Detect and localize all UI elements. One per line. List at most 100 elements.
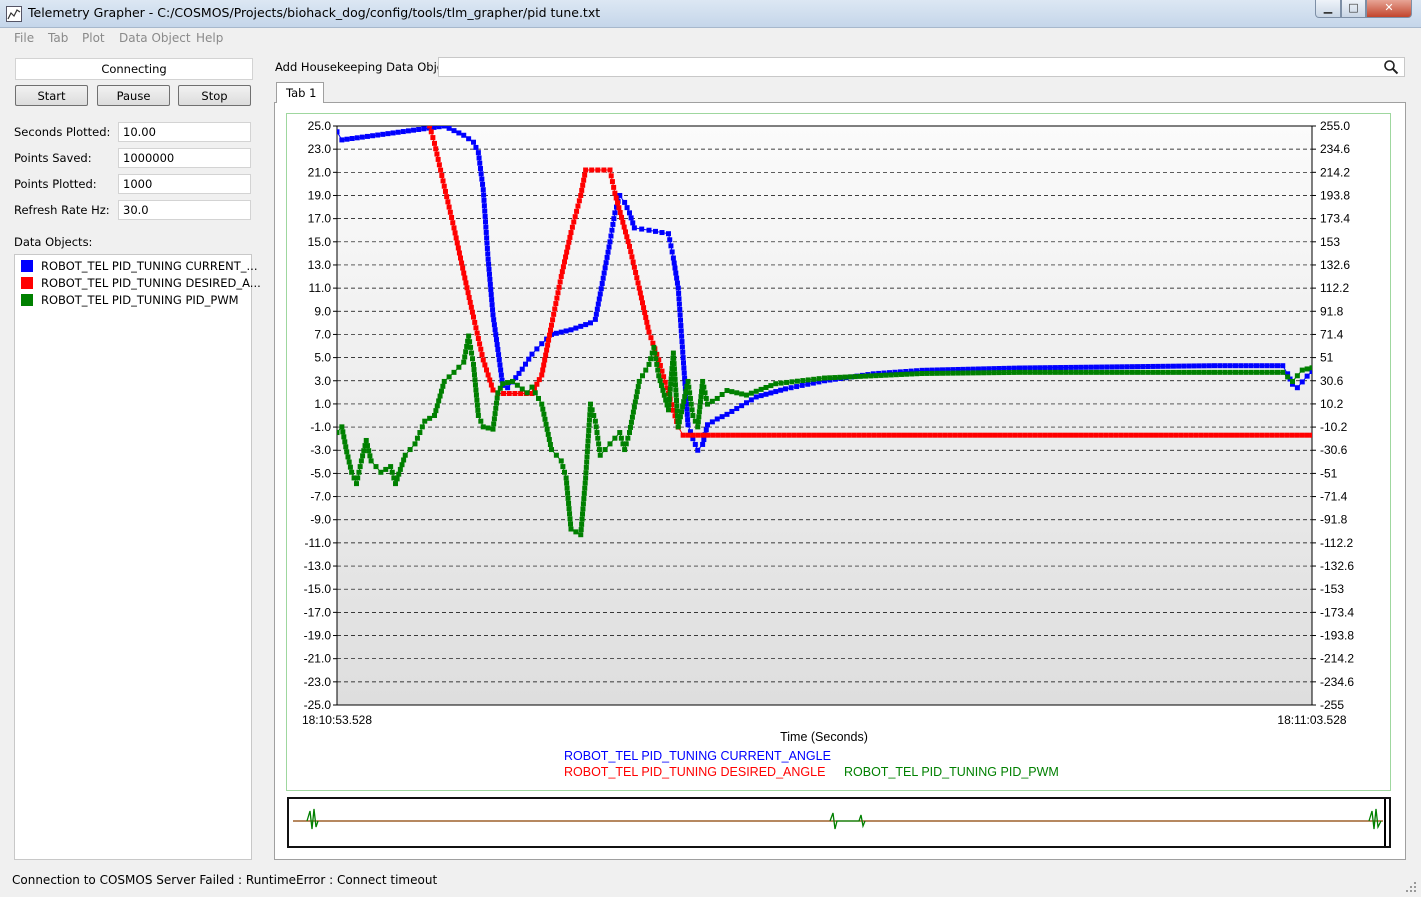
data-point <box>681 370 687 376</box>
data-point <box>957 432 963 438</box>
data-point <box>436 398 442 404</box>
data-point <box>1160 363 1166 369</box>
data-point <box>585 438 591 444</box>
plot-area[interactable]: 25.0 23.0 21.0 19.0 17.0 15.0 13.0 11.0 9.0 7.0 5.… <box>286 113 1391 791</box>
telemetry-line-chart[interactable]: 25.0 23.0 21.0 19.0 17.0 15.0 13.0 11.0 9.0 7.0 5.… <box>287 114 1390 790</box>
data-point <box>992 432 998 438</box>
data-point <box>589 407 595 413</box>
list-item[interactable]: ROBOT_TEL PID_TUNING PID_PWM <box>21 293 239 309</box>
data-point <box>631 225 637 231</box>
data-point <box>909 371 915 377</box>
data-point <box>364 443 370 449</box>
overview-trace <box>306 808 319 830</box>
data-point <box>705 422 710 428</box>
data-point <box>1196 369 1202 375</box>
data-point <box>479 176 485 182</box>
points-saved-label: Points Saved: <box>14 151 92 165</box>
data-point <box>342 439 348 445</box>
stop-button[interactable]: Stop <box>178 85 251 106</box>
data-point <box>1289 432 1295 438</box>
y-left-tick-label: -17.0 <box>304 605 332 619</box>
overview-strip[interactable] <box>287 797 1391 848</box>
points-saved-input[interactable]: 1000000 <box>118 148 251 168</box>
tab-1[interactable]: Tab 1 <box>276 82 324 103</box>
data-point <box>651 344 657 350</box>
points-plotted-label: Points Plotted: <box>14 177 97 191</box>
menu-file[interactable]: File <box>14 31 34 45</box>
data-point <box>363 437 369 443</box>
minimize-button[interactable]: ▁ <box>1315 0 1341 18</box>
data-point <box>692 441 698 447</box>
data-point <box>977 432 983 438</box>
data-point <box>510 378 515 384</box>
data-objects-list[interactable]: ROBOT_TEL PID_TUNING CURRENT_... ROBOT_T… <box>14 254 261 860</box>
data-point <box>919 370 925 376</box>
data-point <box>1254 369 1259 375</box>
search-icon[interactable] <box>1383 59 1399 75</box>
data-point <box>669 249 675 255</box>
data-point <box>1088 432 1094 438</box>
data-point <box>495 346 501 352</box>
data-point <box>687 390 693 396</box>
data-point <box>357 464 363 470</box>
data-point <box>1201 363 1207 369</box>
data-point <box>679 344 685 350</box>
data-point <box>640 300 645 306</box>
menu-help[interactable]: Help <box>196 31 223 45</box>
list-item[interactable]: ROBOT_TEL PID_TUNING CURRENT_... <box>21 259 257 275</box>
data-point <box>1118 432 1124 438</box>
data-point <box>456 364 462 370</box>
data-point <box>1119 364 1125 370</box>
x-tick-label: 18:10:53.528 <box>302 713 372 727</box>
data-point <box>676 296 682 302</box>
points-plotted-input[interactable]: 1000 <box>118 174 251 194</box>
y-right-tick-label: -91.8 <box>1320 513 1348 527</box>
y-left-tick-label: 17.0 <box>308 212 332 226</box>
list-item[interactable]: ROBOT_TEL PID_TUNING DESIRED_A... <box>21 276 261 292</box>
data-point <box>487 281 493 287</box>
overview-trace <box>1368 808 1382 830</box>
refresh-rate-input[interactable]: 30.0 <box>118 200 251 220</box>
data-point <box>585 443 591 449</box>
close-button[interactable]: ✕ <box>1366 0 1412 18</box>
data-point <box>1129 364 1135 370</box>
refresh-rate-label: Refresh Rate Hz: <box>14 203 110 217</box>
seconds-plotted-input[interactable]: 10.00 <box>118 122 251 142</box>
data-point <box>581 496 587 502</box>
data-point <box>542 357 548 363</box>
data-point <box>491 322 497 328</box>
data-point <box>356 469 362 475</box>
data-point <box>1099 369 1105 375</box>
menu-tab[interactable]: Tab <box>48 31 68 45</box>
data-point <box>1073 369 1079 375</box>
housekeeping-input[interactable] <box>438 57 1405 77</box>
start-button[interactable]: Start <box>15 85 88 106</box>
data-point <box>460 265 466 271</box>
data-point <box>558 329 564 335</box>
data-point <box>580 511 586 517</box>
y-left-tick-label: -5.0 <box>310 466 331 480</box>
menu-plot[interactable]: Plot <box>82 31 105 45</box>
data-point <box>481 203 487 209</box>
menu-data-object[interactable]: Data Object <box>119 31 191 45</box>
y-left-tick-label: 19.0 <box>308 188 332 202</box>
data-point <box>687 395 693 401</box>
data-point <box>1148 432 1154 438</box>
maximize-button[interactable]: □ <box>1341 0 1366 18</box>
data-point <box>471 361 476 367</box>
y-left-tick-label: -25.0 <box>304 698 332 712</box>
y-right-tick-label: 255.0 <box>1320 119 1350 133</box>
pause-button[interactable]: Pause <box>97 85 170 106</box>
y-left-tick-label: -21.0 <box>304 652 332 666</box>
data-point <box>1165 369 1171 375</box>
data-point <box>1254 432 1260 438</box>
data-point <box>1088 364 1094 370</box>
data-point <box>368 458 374 464</box>
data-point <box>346 459 352 465</box>
data-point <box>466 333 472 339</box>
data-point <box>609 227 615 233</box>
data-point <box>1275 363 1280 369</box>
resize-grip-icon[interactable] <box>1405 881 1417 893</box>
data-point <box>455 245 461 251</box>
data-point <box>1168 432 1174 438</box>
